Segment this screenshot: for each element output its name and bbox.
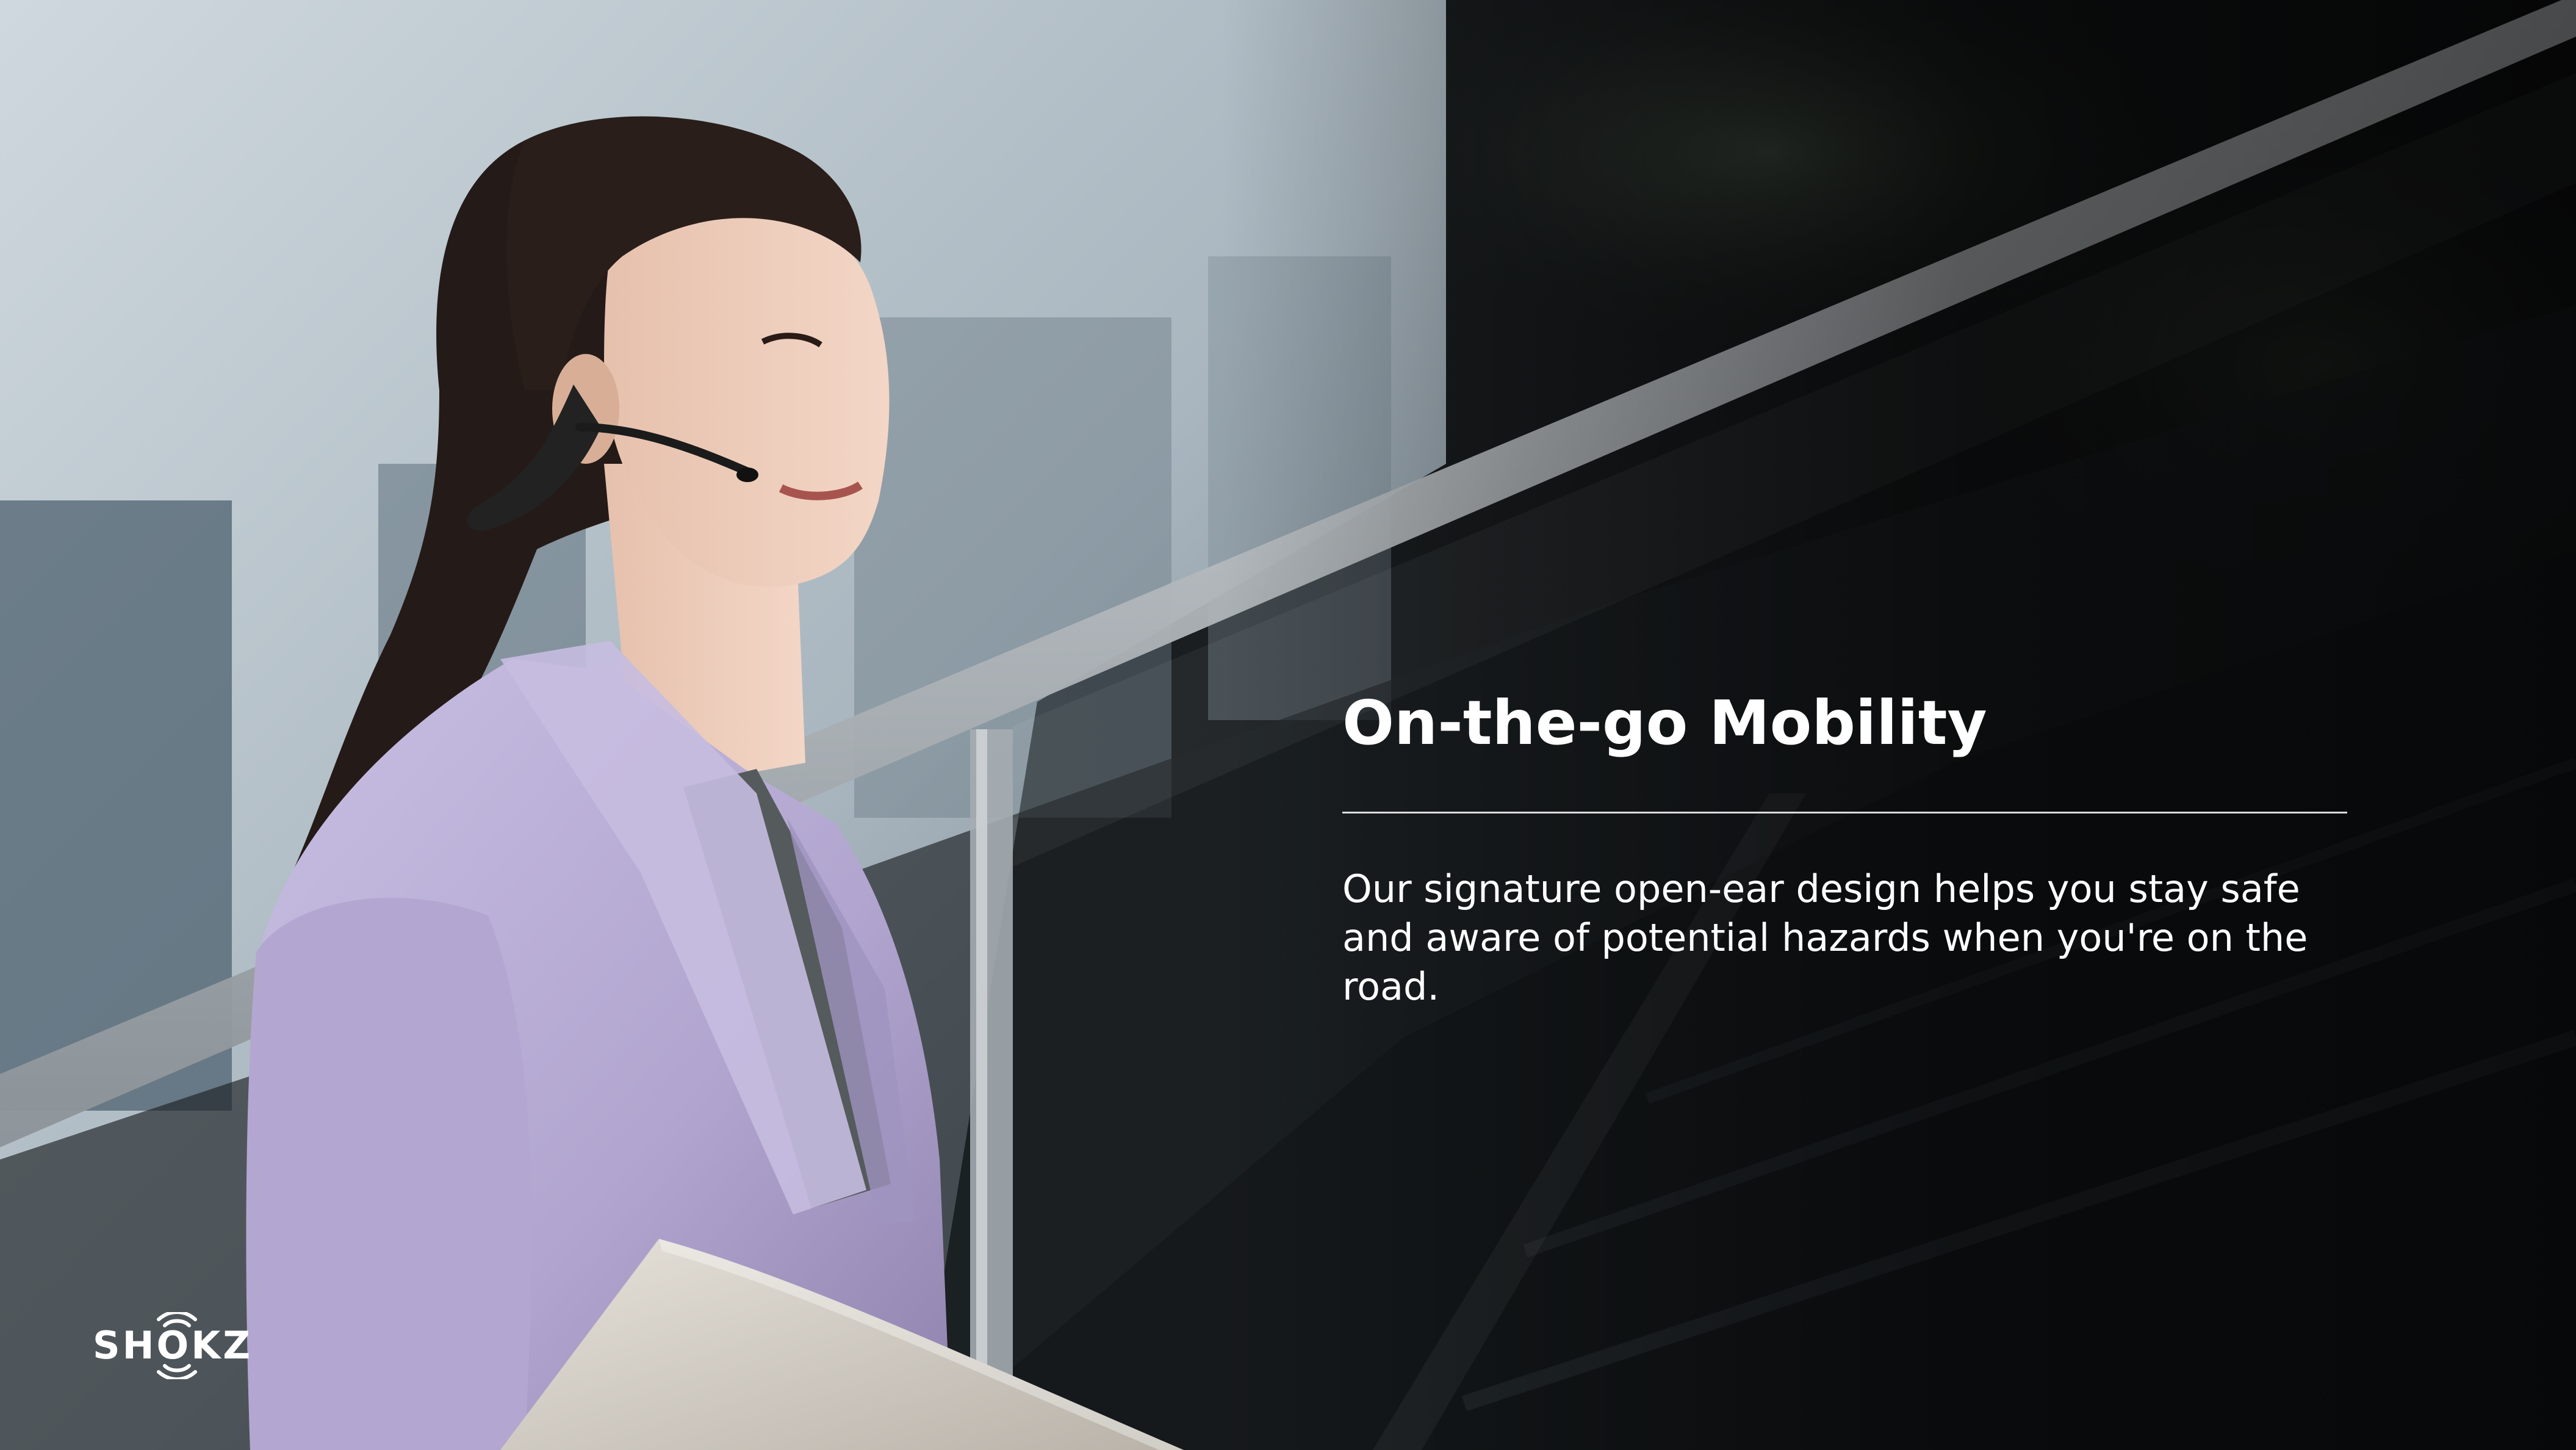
text-block: On-the-go Mobility Our signature open-ea… — [1342, 684, 2349, 1011]
slide-headline: On-the-go Mobility — [1342, 687, 1987, 759]
shokz-logo: SHOKZ — [93, 1312, 257, 1379]
headline-divider — [1342, 812, 2347, 813]
slide: On-the-go Mobility Our signature open-ea… — [0, 0, 2576, 1450]
sound-waves-icon — [157, 1312, 197, 1379]
slide-body-text: Our signature open-ear design helps you … — [1342, 867, 2308, 1009]
